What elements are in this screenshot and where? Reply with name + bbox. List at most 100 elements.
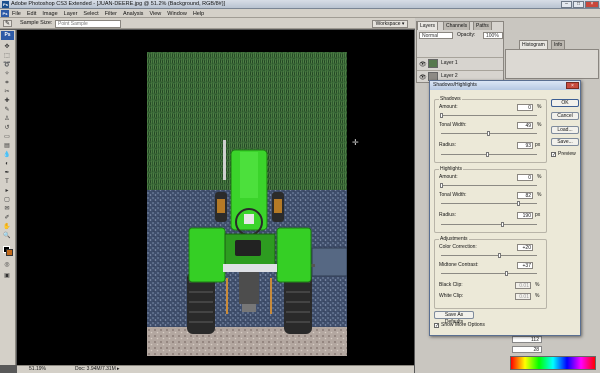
- tab-layers[interactable]: Layers: [417, 21, 439, 30]
- hand-tool-icon[interactable]: ✋: [2, 224, 12, 231]
- shadows-amount-slider-thumb[interactable]: [440, 113, 443, 118]
- screen-mode-icon[interactable]: ▣: [2, 273, 12, 280]
- eyedropper-icon[interactable]: ✐: [2, 215, 12, 222]
- type-tool-icon[interactable]: T: [2, 179, 12, 186]
- eyedropper-tool-icon[interactable]: ✎: [3, 20, 12, 27]
- status-menu-arrow-icon[interactable]: ▸: [117, 366, 120, 373]
- highlights-tonal-width-input[interactable]: 82: [517, 192, 533, 199]
- maximize-button[interactable]: □: [573, 1, 584, 8]
- eraser-tool-icon[interactable]: ▭: [2, 134, 12, 141]
- zoom-level[interactable]: 51.19%: [29, 366, 46, 373]
- menu-layer[interactable]: Layer: [64, 11, 78, 17]
- notes-tool-icon[interactable]: ✉: [2, 206, 12, 213]
- history-brush-icon[interactable]: ↺: [2, 125, 12, 132]
- shadows-tonal-width-slider-thumb[interactable]: [487, 131, 490, 136]
- highlights-title: Highlights: [439, 166, 463, 172]
- marquee-tool-icon[interactable]: ⬚: [2, 53, 12, 60]
- color-value-field[interactable]: 112: [512, 336, 542, 343]
- slice-tool-icon[interactable]: ✂: [2, 89, 12, 96]
- show-more-options-checkbox[interactable]: ✓: [434, 323, 439, 329]
- blur-tool-icon[interactable]: 💧: [2, 152, 12, 159]
- shadows-amount-input[interactable]: 0: [517, 104, 533, 111]
- shape-tool-icon[interactable]: ▢: [2, 197, 12, 204]
- menu-select[interactable]: Select: [83, 11, 98, 17]
- color-value-field[interactable]: 28: [512, 346, 542, 353]
- menu-image[interactable]: Image: [42, 11, 57, 17]
- shadows-radius-input[interactable]: 93: [517, 142, 533, 149]
- white-clip-input[interactable]: 0.01: [515, 293, 531, 300]
- menu-filter[interactable]: Filter: [105, 11, 117, 17]
- midtone-contrast-input[interactable]: +37: [517, 262, 533, 269]
- tab-paths[interactable]: Paths: [473, 21, 492, 30]
- menu-help[interactable]: Help: [193, 11, 204, 17]
- eye-icon[interactable]: 👁: [419, 74, 427, 81]
- clone-stamp-icon[interactable]: ♙: [2, 116, 12, 123]
- magic-wand-icon[interactable]: ✧: [2, 71, 12, 78]
- highlights-tonal-width-slider-track[interactable]: [441, 203, 537, 204]
- ps-logo-icon: Ps: [1, 10, 9, 17]
- highlights-tonal-width-label: Tonal Width:: [439, 192, 467, 198]
- shadows-tonal-width-label: Tonal Width:: [439, 122, 467, 128]
- highlights-radius-slider-thumb[interactable]: [501, 222, 504, 227]
- menu-items: File Edit Image Layer Select Filter Anal…: [12, 9, 204, 18]
- color-ramp[interactable]: [510, 356, 596, 370]
- lasso-tool-icon[interactable]: ➰: [2, 62, 12, 69]
- layer-name[interactable]: Layer 1: [441, 60, 458, 67]
- path-selection-icon[interactable]: ▸: [2, 188, 12, 195]
- brush-tool-icon[interactable]: ✎: [2, 107, 12, 114]
- layer-name[interactable]: Layer 2: [441, 73, 458, 80]
- minimize-button[interactable]: –: [561, 1, 572, 8]
- color-correction-input[interactable]: +20: [517, 244, 533, 251]
- preview-checkbox[interactable]: ✓: [551, 152, 556, 158]
- dialog-close-button[interactable]: ×: [566, 82, 579, 89]
- black-clip-label: Black Clip:: [439, 282, 463, 288]
- highlights-amount-slider-thumb[interactable]: [440, 183, 443, 188]
- menu-analysis[interactable]: Analysis: [123, 11, 143, 17]
- opacity-input[interactable]: 100%: [483, 32, 503, 39]
- shadows-radius-slider-track[interactable]: [441, 154, 537, 155]
- midtone-contrast-slider-thumb[interactable]: [505, 271, 508, 276]
- color-correction-slider-thumb[interactable]: [498, 253, 501, 258]
- color-correction-slider-track[interactable]: [441, 255, 537, 256]
- tab-info[interactable]: Info: [551, 40, 566, 49]
- menu-file[interactable]: File: [12, 11, 21, 17]
- healing-brush-icon[interactable]: ✚: [2, 98, 12, 105]
- menu-window[interactable]: Window: [167, 11, 187, 17]
- save-button[interactable]: Save...: [551, 138, 579, 146]
- menu-view[interactable]: View: [149, 11, 161, 17]
- highlights-amount-input[interactable]: 0: [517, 174, 533, 181]
- workspace-button[interactable]: Workspace ▾: [372, 20, 408, 28]
- background-color-swatch[interactable]: [6, 249, 13, 256]
- gradient-tool-icon[interactable]: ▤: [2, 143, 12, 150]
- highlights-radius-input[interactable]: 190: [517, 212, 533, 219]
- load-button[interactable]: Load...: [551, 126, 579, 134]
- move-tool-icon[interactable]: ✥: [2, 44, 12, 51]
- highlights-tonal-width-slider-thumb[interactable]: [517, 201, 520, 206]
- sample-size-select[interactable]: Point Sample: [55, 20, 121, 28]
- eye-icon[interactable]: 👁: [419, 61, 427, 68]
- tab-histogram[interactable]: Histogram: [519, 40, 548, 49]
- shadows-tonal-width-input[interactable]: 49: [517, 122, 533, 129]
- highlights-amount-slider-track[interactable]: [441, 185, 537, 186]
- cancel-button[interactable]: Cancel: [551, 112, 579, 120]
- crop-tool-icon[interactable]: ⌗: [2, 80, 12, 87]
- save-as-defaults-button[interactable]: Save As Defaults: [434, 311, 474, 325]
- blend-mode-select[interactable]: Normal: [419, 32, 453, 39]
- midtone-contrast-slider-track[interactable]: [441, 273, 537, 274]
- tab-channels[interactable]: Channels: [443, 21, 471, 30]
- menu-edit[interactable]: Edit: [27, 11, 36, 17]
- ok-button[interactable]: OK: [551, 99, 579, 107]
- layer-row[interactable]: 👁 Layer 1: [417, 57, 503, 69]
- black-clip-input[interactable]: 0.01: [515, 282, 531, 289]
- shadows-title: Shadows: [439, 96, 462, 102]
- shadows-amount-slider-track[interactable]: [441, 115, 537, 116]
- close-window-button[interactable]: ×: [585, 1, 599, 8]
- zoom-tool-icon[interactable]: 🔍: [2, 233, 12, 240]
- shadows-radius-slider-thumb[interactable]: [486, 152, 489, 157]
- workspace-label: Workspace: [375, 21, 401, 27]
- dodge-tool-icon[interactable]: ◐: [2, 161, 12, 168]
- shadows-amount-label: Amount:: [439, 104, 458, 110]
- quick-mask-icon[interactable]: ◎: [2, 262, 12, 269]
- highlights-radius-slider-track[interactable]: [441, 224, 537, 225]
- pen-tool-icon[interactable]: ✒: [2, 170, 12, 177]
